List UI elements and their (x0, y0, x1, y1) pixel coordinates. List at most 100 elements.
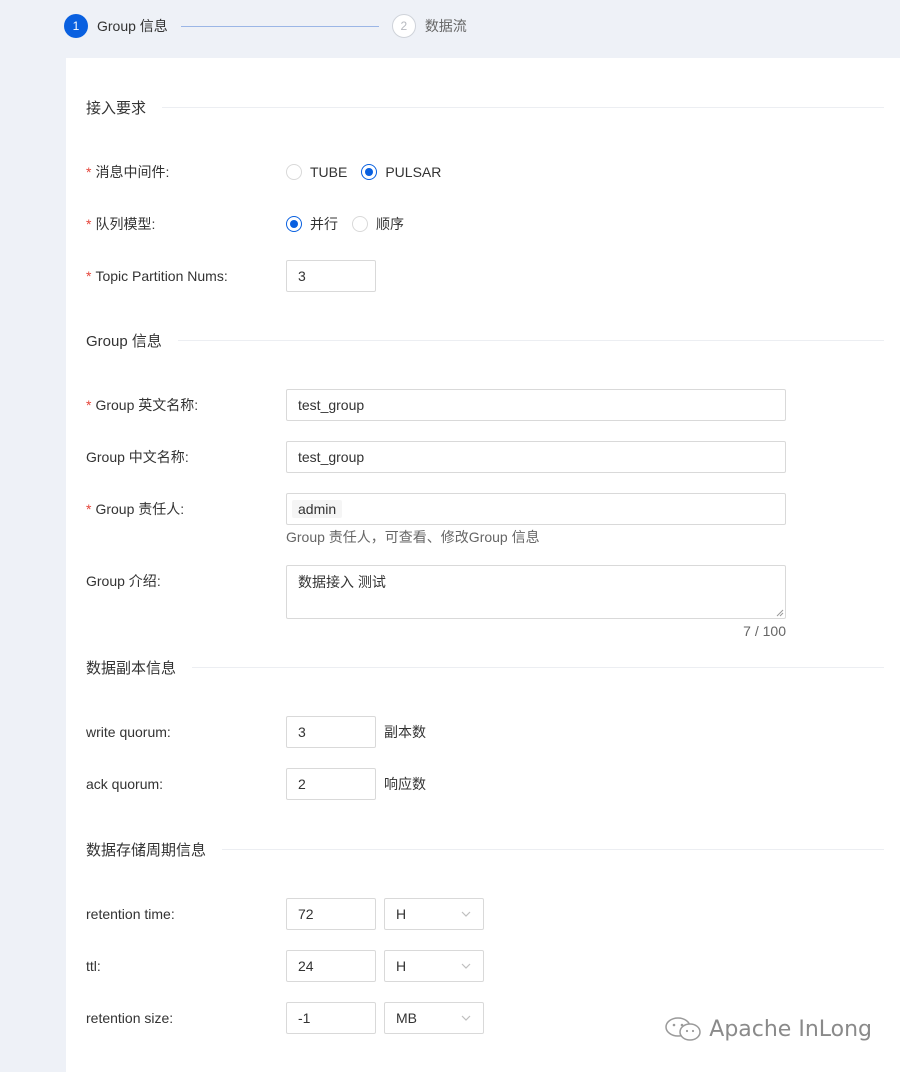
ack-quorum-control: 2 响应数 (286, 768, 426, 800)
radio-parallel-circle[interactable] (286, 216, 302, 232)
section-access: 接入要求 (86, 95, 884, 119)
retention-time-label: retention time: (86, 898, 175, 930)
section-divider (192, 666, 884, 668)
chevron-down-icon (461, 963, 471, 969)
chevron-down-icon (461, 911, 471, 917)
label-colon: : (180, 501, 185, 517)
section-storage-title: 数据存储周期信息 (86, 841, 207, 859)
group-en-name-input[interactable]: test_group (286, 389, 786, 421)
step-title-1: Group 信息 (97, 18, 168, 34)
ttl-input[interactable]: 24 (286, 950, 376, 982)
write-quorum-suffix: 副本数 (384, 724, 426, 740)
group-desc-text: 数据接入 测试 (298, 574, 386, 590)
write-quorum-label: write quorum: (86, 716, 171, 748)
group-cn-name-label: Group 中文名称: (86, 441, 189, 473)
section-replica: 数据副本信息 (86, 655, 884, 679)
required-mark: * (86, 501, 92, 517)
group-desc-control: 数据接入 测试 7 / 100 (286, 565, 786, 639)
required-mark: * (86, 216, 92, 232)
retention-time-label-text: retention time (86, 906, 171, 922)
ttl-unit: H (396, 958, 407, 974)
radio-tube[interactable]: TUBE (286, 164, 355, 180)
group-cn-name-label-text: Group 中文名称 (86, 449, 185, 465)
step-title-2: 数据流 (424, 18, 467, 34)
section-replica-title: 数据副本信息 (86, 659, 177, 677)
chevron-down-icon (461, 1015, 471, 1021)
queue-model-label-text: 队列模型 (95, 216, 152, 232)
owner-tag[interactable]: admin (292, 500, 343, 518)
group-en-name-label-text: Group 英文名称 (95, 397, 195, 413)
group-owner-control: admin Group 责任人，可查看、修改Group 信息 (286, 493, 786, 547)
required-mark: * (86, 397, 92, 413)
label-colon: : (96, 958, 101, 974)
retention-time-control: 72 H (286, 898, 484, 930)
radio-tube-label: TUBE (310, 164, 348, 180)
section-group-title: Group 信息 (86, 332, 162, 350)
watermark: Apache InLong (663, 1014, 872, 1044)
ttl-control: 24 H (286, 950, 484, 982)
group-owner-select[interactable]: admin (286, 493, 786, 525)
section-group: Group 信息 (86, 328, 884, 352)
radio-parallel[interactable]: 并行 (286, 214, 346, 234)
retention-time-unit-select[interactable]: H (384, 898, 484, 930)
radio-pulsar-circle[interactable] (361, 164, 378, 180)
label-colon: : (194, 397, 199, 413)
group-owner-helper: Group 责任人，可查看、修改Group 信息 (286, 529, 540, 545)
section-access-title: 接入要求 (86, 99, 147, 117)
group-en-name-label: * Group 英文名称: (86, 389, 198, 421)
label-colon: : (169, 1010, 174, 1026)
label-colon: : (159, 776, 164, 792)
radio-serial[interactable]: 顺序 (352, 214, 412, 234)
group-owner-label: * Group 责任人: (86, 493, 184, 525)
ack-quorum-suffix: 响应数 (384, 776, 426, 792)
group-desc-counter: 7 / 100 (743, 623, 786, 639)
radio-tube-circle[interactable] (286, 164, 302, 180)
ack-quorum-input[interactable]: 2 (286, 768, 376, 800)
queue-model-radio-group: 并行 顺序 (286, 208, 418, 240)
label-colon: : (166, 724, 171, 740)
retention-size-control: -1 MB (286, 1002, 484, 1034)
write-quorum-label-text: write quorum (86, 724, 167, 740)
retention-size-input[interactable]: -1 (286, 1002, 376, 1034)
retention-size-unit: MB (396, 1010, 417, 1026)
partition-nums-label-text: Topic Partition Nums (95, 268, 224, 284)
wechat-icon (665, 1017, 702, 1041)
ttl-unit-select[interactable]: H (384, 950, 484, 982)
steps-bar: 1 Group 信息 2 数据流 (64, 12, 467, 40)
middleware-label: * 消息中间件: (86, 156, 169, 188)
middleware-radio-group: TUBE PULSAR (286, 156, 455, 188)
group-desc-textarea[interactable]: 数据接入 测试 (286, 565, 786, 619)
step-number-2: 2 (391, 14, 416, 38)
step-connector (180, 25, 379, 27)
ttl-label: ttl: (86, 950, 101, 982)
radio-serial-circle[interactable] (352, 216, 368, 232)
retention-time-input[interactable]: 72 (286, 898, 376, 930)
label-colon: : (151, 216, 156, 232)
retention-size-unit-select[interactable]: MB (384, 1002, 484, 1034)
radio-pulsar[interactable]: PULSAR (361, 164, 449, 180)
label-colon: : (223, 268, 228, 284)
ttl-label-text: ttl (86, 958, 97, 974)
resize-handle-icon[interactable] (776, 609, 784, 617)
required-mark: * (86, 268, 92, 284)
write-quorum-control: 3 副本数 (286, 716, 426, 748)
required-mark: * (86, 164, 92, 180)
radio-parallel-label: 并行 (310, 216, 338, 232)
section-storage: 数据存储周期信息 (86, 837, 884, 861)
step-number-1: 1 (64, 14, 88, 38)
queue-model-label: * 队列模型: (86, 208, 155, 240)
label-colon: : (170, 906, 175, 922)
label-colon: : (156, 573, 161, 589)
radio-serial-label: 顺序 (376, 216, 404, 232)
form-card: 接入要求 * 消息中间件: TUBE PULSAR * 队列模型: 并行 顺序 * T… (66, 58, 900, 1072)
step-data-stream[interactable]: 2 数据流 (391, 14, 467, 38)
write-quorum-input[interactable]: 3 (286, 716, 376, 748)
section-divider (162, 106, 884, 108)
step-group-info[interactable]: 1 Group 信息 (64, 14, 168, 38)
label-colon: : (165, 164, 170, 180)
middleware-label-text: 消息中间件 (95, 164, 166, 180)
group-desc-label-text: Group 介绍 (86, 573, 157, 589)
partition-nums-input[interactable]: 3 (286, 260, 376, 292)
group-cn-name-input[interactable]: test_group (286, 441, 786, 473)
retention-time-unit: H (396, 906, 407, 922)
